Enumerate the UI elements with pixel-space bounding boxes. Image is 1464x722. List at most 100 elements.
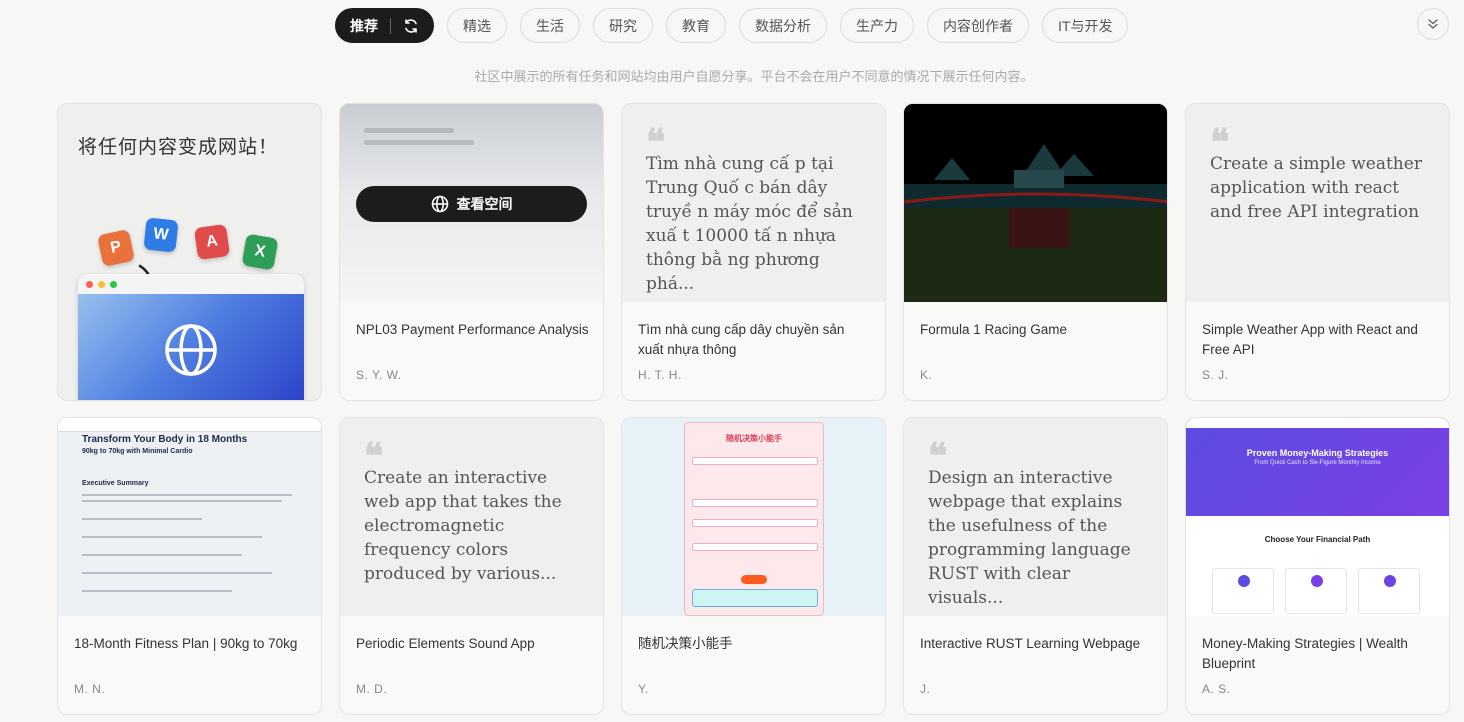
privacy-notice: 社区中展示的所有任务和网站均由用户自愿分享。平台不会在用户不同意的情况下展示任何… bbox=[474, 69, 1034, 84]
card-meta: Simple Weather App with React and Free A… bbox=[1202, 320, 1435, 360]
preview-option-card bbox=[1358, 568, 1420, 614]
tab-data-analysis[interactable]: 数据分析 bbox=[739, 8, 827, 43]
card-meta: Money-Making Strategies | Wealth Bluepri… bbox=[1202, 634, 1435, 674]
preview-button bbox=[741, 575, 767, 584]
preview-section-heading: Executive Summary bbox=[82, 480, 149, 487]
card-author: Y. bbox=[638, 682, 649, 696]
double-chevron-down-icon bbox=[1428, 19, 1438, 29]
card-preview bbox=[904, 104, 1167, 302]
preview-heading: Proven Money-Making Strategies bbox=[1246, 448, 1389, 458]
preview-navbar bbox=[58, 418, 321, 432]
card-meta: Interactive RUST Learning Webpage bbox=[920, 634, 1153, 674]
tab-research[interactable]: 研究 bbox=[593, 8, 653, 43]
card-title: NPL03 Payment Performance Analysis bbox=[356, 322, 589, 337]
card-title: Money-Making Strategies | Wealth Bluepri… bbox=[1202, 636, 1408, 671]
preview-navbar bbox=[1186, 418, 1449, 428]
preview-text-line bbox=[82, 572, 272, 574]
preview-section-heading: Choose Your Financial Path bbox=[1264, 535, 1371, 544]
tab-it-dev[interactable]: IT与开发 bbox=[1042, 8, 1129, 43]
word-icon: W bbox=[143, 217, 179, 253]
tab-recommended-label: 推荐 bbox=[350, 17, 378, 34]
card-preview: 随机决策小能手 bbox=[622, 418, 885, 616]
hero-card[interactable]: 将任何内容变成网站！ P W A X bbox=[57, 103, 322, 401]
space-card[interactable]: Proven Money-Making Strategies From Quic… bbox=[1185, 417, 1450, 715]
card-prompt: Create an interactive web app that takes… bbox=[364, 468, 562, 584]
space-card[interactable]: ❝ Create an interactive web app that tak… bbox=[339, 417, 604, 715]
card-title: Simple Weather App with React and Free A… bbox=[1202, 322, 1418, 357]
card-prompt: Design an interactive webpage that expla… bbox=[928, 468, 1131, 608]
space-card[interactable]: Formula 1 Racing Game K. bbox=[903, 103, 1168, 401]
card-title: Interactive RUST Learning Webpage bbox=[920, 636, 1141, 651]
card-title: Tìm nhà cung cấp dây chuyền sản xuất nhự… bbox=[638, 322, 845, 357]
space-card[interactable]: 查看空间 NPL03 Payment Performance Analysis … bbox=[339, 103, 604, 401]
preview-field bbox=[692, 519, 818, 527]
tab-recommended[interactable]: 推荐 bbox=[335, 8, 434, 43]
space-grid: 将任何内容变成网站！ P W A X 查看空间 NPL03 Payment Pe… bbox=[57, 103, 1450, 715]
tab-content-creators[interactable]: 内容创作者 bbox=[927, 8, 1029, 43]
preview-text-line bbox=[82, 500, 282, 502]
preview-title: 随机决策小能手 bbox=[726, 434, 782, 443]
collapse-button[interactable] bbox=[1417, 8, 1449, 40]
card-meta: 随机决策小能手 bbox=[638, 634, 871, 674]
card-meta: NPL03 Payment Performance Analysis bbox=[356, 320, 589, 360]
space-card[interactable]: ❝ Tìm nhà cung cấ p tại Trung Quố c bán … bbox=[621, 103, 886, 401]
card-preview: Transform Your Body in 18 Months 90kg to… bbox=[58, 418, 321, 616]
card-preview: Proven Money-Making Strategies From Quic… bbox=[1186, 418, 1449, 616]
card-author: M. D. bbox=[356, 682, 388, 696]
browser-window-illustration bbox=[78, 274, 304, 400]
window-titlebar bbox=[78, 274, 304, 294]
preview-field bbox=[692, 457, 818, 465]
refresh-icon[interactable] bbox=[403, 18, 419, 34]
preview-field bbox=[692, 543, 818, 551]
space-card[interactable]: Transform Your Body in 18 Months 90kg to… bbox=[57, 417, 322, 715]
preview-field bbox=[692, 499, 818, 507]
preview-text-line bbox=[82, 518, 202, 520]
hero-text: 将任何内容变成网站！ bbox=[78, 137, 279, 158]
category-tabs: 推荐 精选 生活 研究 教育 数据分析 生产力 内容创作者 IT与开发 bbox=[335, 8, 1129, 43]
card-preview: ❝ Design an interactive webpage that exp… bbox=[904, 418, 1167, 616]
card-preview: 查看空间 bbox=[340, 104, 603, 302]
preview-text-line bbox=[82, 494, 292, 496]
tab-life[interactable]: 生活 bbox=[520, 8, 580, 43]
preview-text-line bbox=[82, 554, 242, 556]
card-author: S. J. bbox=[1202, 368, 1229, 382]
card-title: 随机决策小能手 bbox=[638, 636, 733, 651]
card-meta: 18-Month Fitness Plan | 90kg to 70kg bbox=[74, 634, 307, 674]
preview-option-card bbox=[1212, 568, 1274, 614]
space-card[interactable]: ❝ Design an interactive webpage that exp… bbox=[903, 417, 1168, 715]
view-space-button[interactable]: 查看空间 bbox=[356, 186, 587, 222]
blurred-preview-lines bbox=[364, 128, 454, 133]
preview-text-line bbox=[82, 536, 262, 538]
card-title: Periodic Elements Sound App bbox=[356, 636, 535, 651]
tab-productivity[interactable]: 生产力 bbox=[840, 8, 914, 43]
preview-panel: 随机决策小能手 bbox=[684, 422, 824, 616]
card-meta: Formula 1 Racing Game bbox=[920, 320, 1153, 360]
card-title: 18-Month Fitness Plan | 90kg to 70kg bbox=[74, 636, 298, 651]
card-title: Formula 1 Racing Game bbox=[920, 322, 1068, 337]
globe-icon bbox=[431, 195, 448, 213]
space-card[interactable]: ❝ Create a simple weather application wi… bbox=[1185, 103, 1450, 401]
card-author: J. bbox=[920, 682, 931, 696]
card-preview: ❝ Create an interactive web app that tak… bbox=[340, 418, 603, 616]
card-author: K. bbox=[920, 368, 933, 382]
pdf-icon: A bbox=[193, 223, 231, 261]
card-meta: Tìm nhà cung cấp dây chuyền sản xuất nhự… bbox=[638, 320, 871, 360]
preview-subheading: 90kg to 70kg with Minimal Cardio bbox=[82, 448, 193, 455]
space-card[interactable]: 随机决策小能手 随机决策小能手 Y. bbox=[621, 417, 886, 715]
view-space-label: 查看空间 bbox=[456, 196, 513, 212]
card-author: H. T. H. bbox=[638, 368, 682, 382]
top-bar: 推荐 精选 生活 研究 教育 数据分析 生产力 内容创作者 IT与开发 bbox=[0, 0, 1464, 60]
card-prompt: Tìm nhà cung cấ p tại Trung Quố c bán dâ… bbox=[646, 154, 853, 294]
racing-scene-illustration bbox=[904, 104, 1167, 302]
card-author: M. N. bbox=[74, 682, 106, 696]
preview-heading: Transform Your Body in 18 Months bbox=[82, 434, 248, 445]
tab-featured[interactable]: 精选 bbox=[447, 8, 507, 43]
preview-result-box bbox=[692, 589, 818, 607]
preview-subheading: From Quick Cash to Six-Figure Monthly In… bbox=[1254, 460, 1381, 466]
preview-text-line bbox=[82, 590, 232, 592]
card-author: S. Y. W. bbox=[356, 368, 402, 382]
tab-education[interactable]: 教育 bbox=[666, 8, 726, 43]
card-preview: ❝ Tìm nhà cung cấ p tại Trung Quố c bán … bbox=[622, 104, 885, 302]
globe-icon bbox=[165, 324, 217, 376]
card-meta: Periodic Elements Sound App bbox=[356, 634, 589, 674]
